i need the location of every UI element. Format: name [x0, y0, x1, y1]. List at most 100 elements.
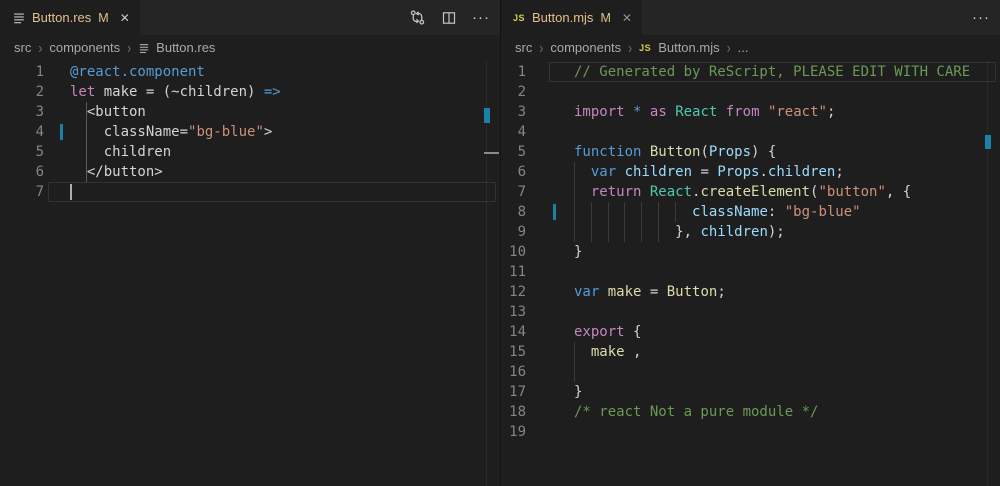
close-tab-icon[interactable]: ✕	[622, 11, 632, 25]
line-number[interactable]: 1	[501, 62, 526, 82]
code-line[interactable]: 5 function Button(Props) {	[501, 142, 1000, 162]
line-number[interactable]: 14	[501, 322, 526, 342]
code-line[interactable]: 12 var make = Button;	[501, 282, 1000, 302]
code-line[interactable]: 16	[501, 362, 1000, 382]
code-text: export {	[574, 322, 641, 342]
code-text: let make = (~children) =>	[70, 82, 281, 102]
code-text: import * as React from "react";	[574, 102, 835, 122]
code-text: className: "bg-blue"	[574, 202, 861, 222]
code-editor-mjs[interactable]: 1 // Generated by ReScript, PLEASE EDIT W…	[501, 60, 1000, 486]
breadcrumb-item[interactable]: components	[550, 40, 621, 55]
line-number[interactable]: 6	[0, 162, 44, 182]
line-number[interactable]: 12	[501, 282, 526, 302]
code-line[interactable]: 3 import * as React from "react";	[501, 102, 1000, 122]
chevron-right-icon: ›	[38, 38, 42, 56]
modified-badge: M	[600, 11, 610, 25]
more-actions-icon[interactable]: ···	[972, 13, 990, 23]
line-number[interactable]: 2	[501, 82, 526, 102]
line-number[interactable]: 5	[0, 142, 44, 162]
code-text: function Button(Props) {	[574, 142, 776, 162]
code-line[interactable]: 5 children	[0, 142, 500, 162]
file-list-icon	[138, 42, 150, 54]
tab-button-mjs[interactable]: JS Button.mjs M ✕	[501, 0, 643, 35]
line-number[interactable]: 11	[501, 262, 526, 282]
tab-strip-right: JS Button.mjs M ✕ ···	[501, 0, 1000, 35]
line-number[interactable]: 4	[0, 122, 44, 142]
code-line[interactable]: 17}	[501, 382, 1000, 402]
code-line[interactable]: 8 className: "bg-blue"	[501, 202, 1000, 222]
line-number[interactable]: 3	[501, 102, 526, 122]
breadcrumbs-left: src › components › Button.res	[0, 35, 500, 60]
line-number[interactable]: 5	[501, 142, 526, 162]
split-editor-icon[interactable]	[440, 9, 458, 27]
line-number[interactable]: 6	[501, 162, 526, 182]
open-changes-icon[interactable]	[408, 9, 426, 27]
code-line[interactable]: 3 <button	[0, 102, 500, 122]
code-line[interactable]: 14 export {	[501, 322, 1000, 342]
code-text: /* react Not a pure module */	[574, 402, 818, 422]
code-text: make ,	[574, 342, 641, 362]
line-number[interactable]: 16	[501, 362, 526, 382]
code-text: }, children);	[574, 222, 785, 242]
code-line[interactable]: 4 className="bg-blue">	[0, 122, 500, 142]
chevron-right-icon: ›	[127, 38, 131, 56]
code-editor-res[interactable]: 1 @react.component 2 let make = (~children)…	[0, 60, 500, 486]
editor-actions-left: ···	[408, 0, 490, 35]
code-line[interactable]: 13	[501, 302, 1000, 322]
code-line[interactable]: 2 let make = (~children) =>	[0, 82, 500, 102]
line-number[interactable]: 19	[501, 422, 526, 442]
breadcrumb-item[interactable]: Button.mjs	[658, 40, 719, 55]
code-text: }	[574, 382, 582, 402]
code-line[interactable]: 19	[501, 422, 1000, 442]
tab-label: Button.mjs	[532, 10, 593, 25]
line-number[interactable]: 15	[501, 342, 526, 362]
code-line[interactable]: 2	[501, 82, 1000, 102]
code-line[interactable]: 4	[501, 122, 1000, 142]
line-number[interactable]: 9	[501, 222, 526, 242]
line-number[interactable]: 18	[501, 402, 526, 422]
breadcrumb-item[interactable]: components	[49, 40, 120, 55]
line-number[interactable]: 10	[501, 242, 526, 262]
code-line[interactable]: 6 </button>	[0, 162, 500, 182]
code-text: @react.component	[70, 62, 205, 82]
modified-badge: M	[98, 11, 108, 25]
code-line[interactable]: 10}	[501, 242, 1000, 262]
more-actions-icon[interactable]: ···	[472, 13, 490, 23]
breadcrumb-item[interactable]: src	[14, 40, 31, 55]
code-text: className="bg-blue">	[70, 122, 272, 142]
code-text: var make = Button;	[574, 282, 726, 302]
line-number[interactable]: 1	[0, 62, 44, 82]
code-line[interactable]: 9 }, children);	[501, 222, 1000, 242]
line-number[interactable]: 7	[501, 182, 526, 202]
editor-workbench: Button.res M ✕ ···	[0, 0, 1000, 486]
close-tab-icon[interactable]: ✕	[120, 11, 130, 25]
code-line[interactable]: 18 /* react Not a pure module */	[501, 402, 1000, 422]
chevron-right-icon: ›	[539, 38, 543, 56]
chevron-right-icon: ›	[628, 38, 632, 56]
tab-button-res[interactable]: Button.res M ✕	[0, 0, 141, 35]
line-number[interactable]: 7	[0, 182, 44, 202]
breadcrumb-item[interactable]: ...	[738, 40, 749, 55]
line-number[interactable]: 3	[0, 102, 44, 122]
line-number[interactable]: 17	[501, 382, 526, 402]
code-line[interactable]: 1 @react.component	[0, 62, 500, 82]
breadcrumb-item[interactable]: Button.res	[156, 40, 215, 55]
code-text: children	[70, 142, 171, 162]
editor-pane-right: JS Button.mjs M ✕ ··· src › components ›…	[500, 0, 1000, 486]
chevron-right-icon: ›	[727, 38, 731, 56]
line-number[interactable]: 4	[501, 122, 526, 142]
code-line[interactable]: 7	[0, 182, 500, 202]
code-text: // Generated by ReScript, PLEASE EDIT WI…	[574, 62, 970, 82]
code-line[interactable]: 15 make ,	[501, 342, 1000, 362]
code-text: }	[574, 242, 582, 262]
code-line[interactable]: 7 return React.createElement("button", {	[501, 182, 1000, 202]
code-line[interactable]: 11	[501, 262, 1000, 282]
tab-strip-left: Button.res M ✕ ···	[0, 0, 500, 35]
breadcrumb-item[interactable]: src	[515, 40, 532, 55]
line-number[interactable]: 13	[501, 302, 526, 322]
line-number[interactable]: 2	[0, 82, 44, 102]
code-line[interactable]: 1 // Generated by ReScript, PLEASE EDIT W…	[501, 62, 1000, 82]
editor-actions-right: ···	[972, 0, 990, 35]
line-number[interactable]: 8	[501, 202, 526, 222]
code-line[interactable]: 6 var children = Props.children;	[501, 162, 1000, 182]
